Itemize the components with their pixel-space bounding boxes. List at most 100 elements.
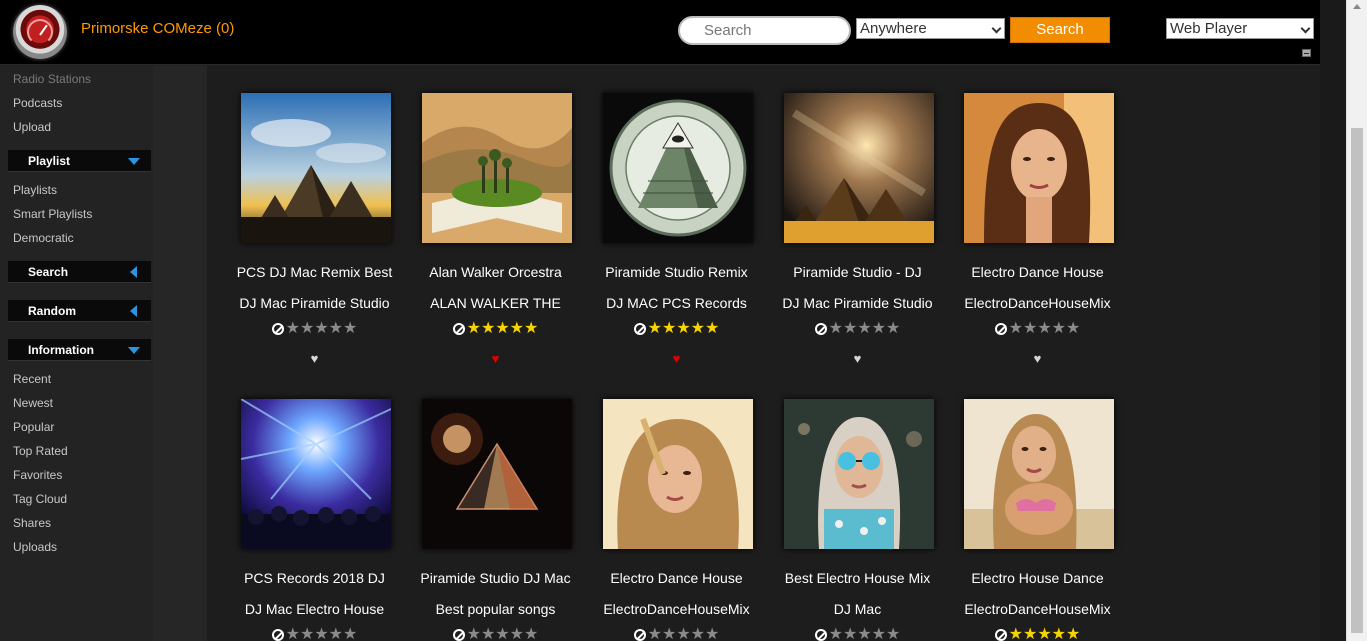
star-icon[interactable]: ★ (1023, 321, 1037, 337)
album-cover-image[interactable] (784, 93, 934, 243)
album-title[interactable]: Best Electro House Mix (767, 570, 948, 586)
scrollbar-thumb[interactable] (1351, 128, 1363, 633)
star-icon[interactable]: ★ (343, 321, 357, 337)
album-artist[interactable]: ElectroDanceHouseMix (586, 601, 767, 617)
sidebar-item-recent[interactable]: Recent (13, 372, 51, 386)
star-icon[interactable]: ★ (1037, 627, 1051, 641)
sidebar-item-podcasts[interactable]: Podcasts (13, 96, 62, 110)
search-button[interactable]: Search (1010, 17, 1110, 43)
album-title[interactable]: Electro Dance House (947, 264, 1128, 280)
star-icon[interactable]: ★ (676, 321, 690, 337)
star-icon[interactable]: ★ (857, 627, 871, 641)
star-icon[interactable]: ★ (662, 321, 676, 337)
star-icon[interactable]: ★ (481, 321, 495, 337)
star-icon[interactable]: ★ (510, 627, 524, 641)
scroll-up-arrow-icon[interactable] (1353, 4, 1361, 9)
sidebar-item-smart-playlists[interactable]: Smart Playlists (13, 207, 92, 221)
sidebar-item-top-rated[interactable]: Top Rated (13, 444, 68, 458)
star-icon[interactable]: ★ (843, 321, 857, 337)
album-title[interactable]: Electro Dance House (586, 570, 767, 586)
star-icon[interactable]: ★ (1037, 321, 1051, 337)
clear-rating-icon[interactable] (452, 323, 465, 335)
sidebar-section-information[interactable]: Information (8, 339, 151, 361)
star-icon[interactable]: ★ (314, 321, 328, 337)
player-select[interactable]: Web Player (1166, 18, 1314, 39)
star-icon[interactable]: ★ (300, 321, 314, 337)
album-artist[interactable]: Best popular songs (405, 601, 586, 617)
star-icon[interactable]: ★ (467, 627, 481, 641)
album-title[interactable]: Piramide Studio Remix (586, 264, 767, 280)
album-artist[interactable]: ElectroDanceHouseMix (947, 601, 1128, 617)
album-artist[interactable]: DJ Mac (767, 601, 948, 617)
star-icon[interactable]: ★ (676, 627, 690, 641)
search-input[interactable] (678, 16, 851, 45)
star-icon[interactable]: ★ (467, 321, 481, 337)
collapse-header-icon[interactable] (1302, 49, 1311, 57)
star-icon[interactable]: ★ (705, 627, 719, 641)
album-cover-image[interactable] (603, 399, 753, 549)
album-artist[interactable]: DJ Mac Piramide Studio (767, 295, 948, 311)
star-icon[interactable]: ★ (524, 627, 538, 641)
clear-rating-icon[interactable] (814, 629, 827, 641)
clear-rating-icon[interactable] (633, 323, 646, 335)
star-icon[interactable]: ★ (1066, 627, 1080, 641)
sidebar-item-upload[interactable]: Upload (13, 120, 51, 134)
sidebar-item-newest[interactable]: Newest (13, 396, 53, 410)
album-artist[interactable]: ElectroDanceHouseMix (947, 295, 1128, 311)
star-icon[interactable]: ★ (286, 321, 300, 337)
album-cover-image[interactable] (241, 93, 391, 243)
album-artist[interactable]: ALAN WALKER THE (405, 295, 586, 311)
clear-rating-icon[interactable] (994, 323, 1007, 335)
clear-rating-icon[interactable] (633, 629, 646, 641)
star-icon[interactable]: ★ (1009, 627, 1023, 641)
album-title[interactable]: Alan Walker Orcestra (405, 264, 586, 280)
sidebar-section-search[interactable]: Search (8, 261, 151, 283)
album-cover-image[interactable] (422, 93, 572, 243)
clear-rating-icon[interactable] (271, 629, 284, 641)
star-icon[interactable]: ★ (1052, 321, 1066, 337)
album-title[interactable]: Piramide Studio - DJ (767, 264, 948, 280)
album-cover-image[interactable] (422, 399, 572, 549)
star-icon[interactable]: ★ (1052, 627, 1066, 641)
favorite-heart-icon[interactable]: ♥ (405, 351, 586, 366)
vertical-scrollbar[interactable] (1346, 0, 1367, 641)
album-cover-image[interactable] (784, 399, 934, 549)
sidebar-item-favorites[interactable]: Favorites (13, 468, 62, 482)
star-icon[interactable]: ★ (300, 627, 314, 641)
star-icon[interactable]: ★ (691, 627, 705, 641)
favorite-heart-icon[interactable]: ♥ (767, 351, 948, 366)
clear-rating-icon[interactable] (452, 629, 465, 641)
album-title[interactable]: PCS DJ Mac Remix Best (224, 264, 405, 280)
star-icon[interactable]: ★ (843, 627, 857, 641)
star-icon[interactable]: ★ (343, 627, 357, 641)
sidebar-item-shares[interactable]: Shares (13, 516, 51, 530)
star-icon[interactable]: ★ (524, 321, 538, 337)
star-icon[interactable]: ★ (886, 321, 900, 337)
star-icon[interactable]: ★ (314, 627, 328, 641)
album-cover-image[interactable] (603, 93, 753, 243)
sidebar-section-random[interactable]: Random (8, 300, 151, 322)
clear-rating-icon[interactable] (994, 629, 1007, 641)
album-title[interactable]: PCS Records 2018 DJ (224, 570, 405, 586)
star-icon[interactable]: ★ (662, 627, 676, 641)
star-icon[interactable]: ★ (829, 321, 843, 337)
star-icon[interactable]: ★ (648, 627, 662, 641)
star-icon[interactable]: ★ (329, 627, 343, 641)
album-cover-image[interactable] (241, 399, 391, 549)
star-icon[interactable]: ★ (510, 321, 524, 337)
favorite-heart-icon[interactable]: ♥ (586, 351, 767, 366)
site-title[interactable]: Primorske COMeze (0) (81, 20, 234, 37)
sidebar-section-playlist[interactable]: Playlist (8, 150, 151, 172)
sidebar-item-popular[interactable]: Popular (13, 420, 54, 434)
sidebar-item-uploads[interactable]: Uploads (13, 540, 57, 554)
album-artist[interactable]: DJ Mac Electro House (224, 601, 405, 617)
sidebar-item-playlists[interactable]: Playlists (13, 183, 57, 197)
star-icon[interactable]: ★ (705, 321, 719, 337)
search-scope-select[interactable]: Anywhere (856, 18, 1005, 39)
favorite-heart-icon[interactable]: ♥ (947, 351, 1128, 366)
album-title[interactable]: Piramide Studio DJ Mac (405, 570, 586, 586)
favorite-heart-icon[interactable]: ♥ (224, 351, 405, 366)
star-icon[interactable]: ★ (857, 321, 871, 337)
star-icon[interactable]: ★ (872, 321, 886, 337)
star-icon[interactable]: ★ (286, 627, 300, 641)
